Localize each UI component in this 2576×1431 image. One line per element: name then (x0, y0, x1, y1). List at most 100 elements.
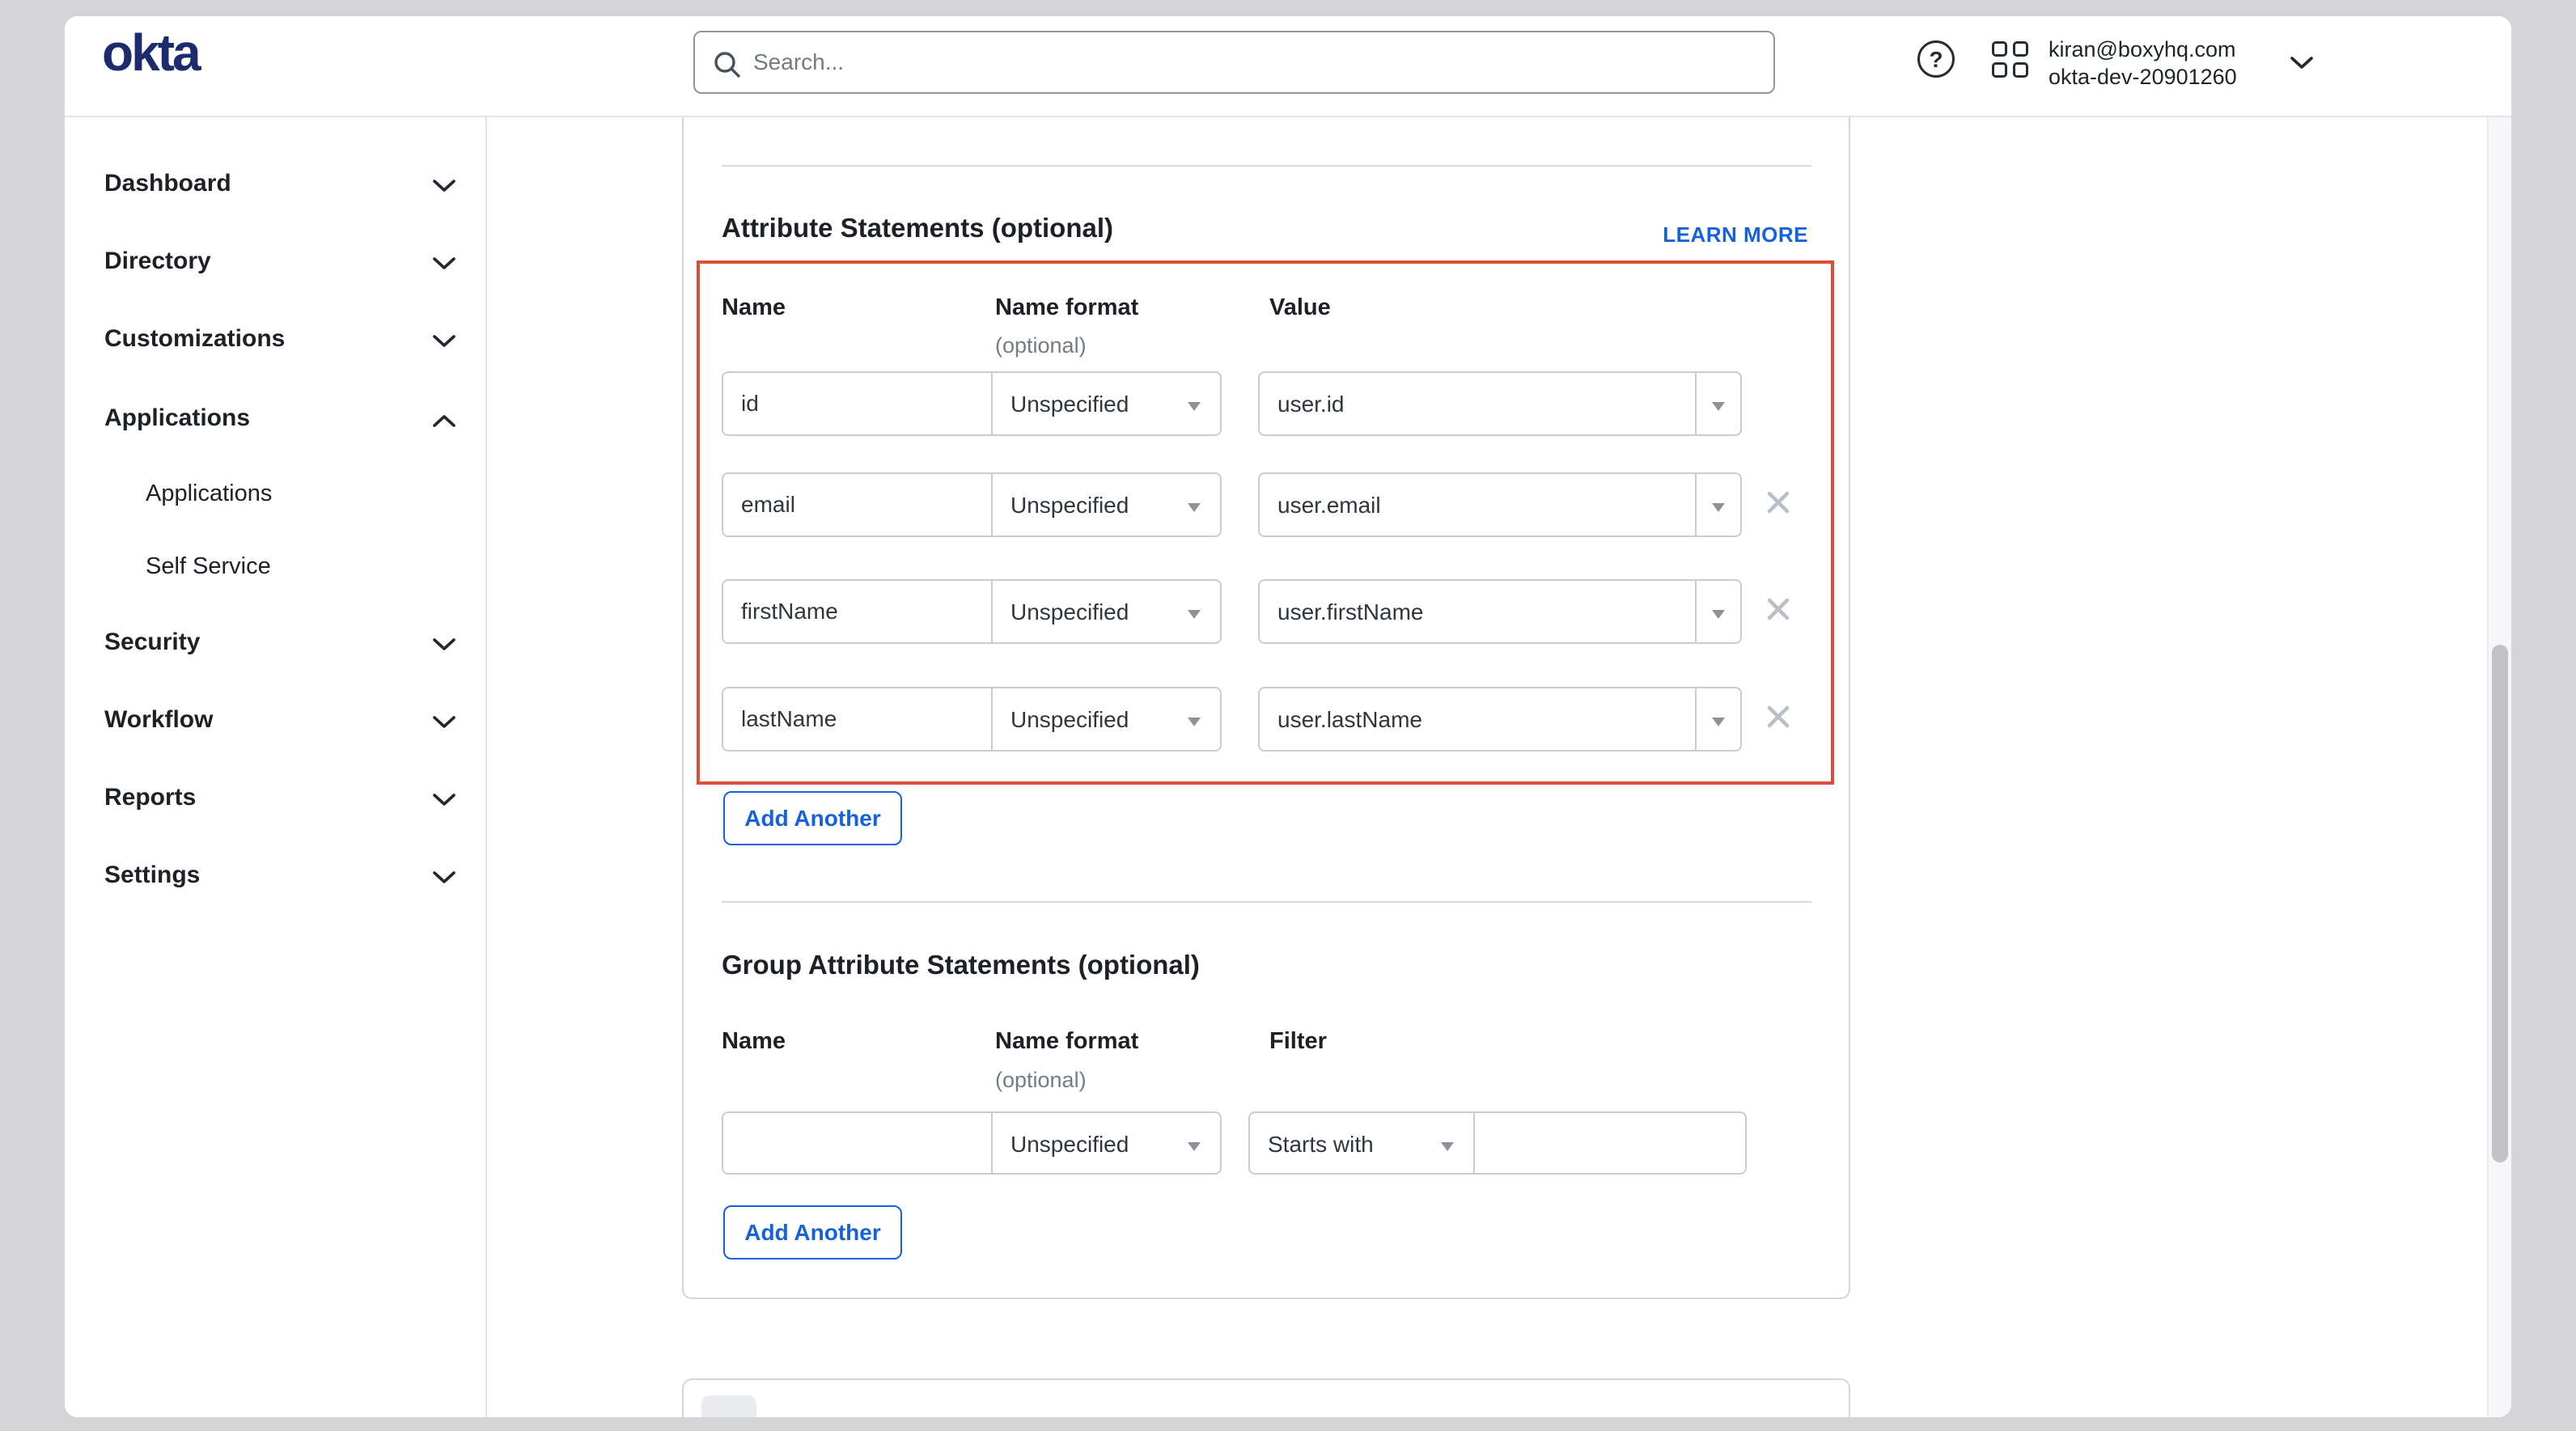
apps-grid-icon[interactable] (1992, 41, 2029, 78)
attr-name-format-value: Unspecified (1010, 392, 1129, 417)
add-another-attribute-button[interactable]: Add Another (723, 791, 902, 845)
dropdown-arrow-icon (1441, 1142, 1454, 1151)
attr-value-select[interactable]: user.email (1258, 472, 1742, 537)
chevron-down-icon (430, 178, 458, 198)
content-area: Attribute Statements (optional) LEARN MO… (487, 117, 2511, 1417)
attr-name-format-select[interactable]: Unspecified (991, 371, 1222, 436)
group-col-filter: Filter (1269, 1028, 1327, 1055)
attr-name-input[interactable] (722, 687, 993, 751)
sidebar-item-label: Self Service (146, 553, 271, 580)
sidebar-item-label: Customizations (104, 325, 285, 353)
chevron-down-icon (430, 792, 458, 812)
remove-row-icon[interactable] (1765, 489, 1800, 524)
sidebar-item-dashboard[interactable]: Dashboard (65, 160, 485, 209)
chevron-down-icon (430, 256, 458, 276)
attr-value-text: user.lastName (1277, 707, 1422, 733)
sidebar-item-directory[interactable]: Directory (65, 238, 485, 286)
sidebar-item-self-service[interactable]: Self Service (65, 544, 485, 592)
group-col-format: Name format (995, 1028, 1138, 1055)
group-col-name: Name (722, 1028, 786, 1055)
attr-name-input[interactable] (722, 371, 993, 436)
account-org: okta-dev-20901260 (2049, 63, 2237, 91)
help-icon[interactable]: ? (1917, 40, 1955, 78)
learn-more-link[interactable]: LEARN MORE (1663, 222, 1808, 248)
attr-name-format-select[interactable]: Unspecified (991, 472, 1222, 537)
sidebar-item-label: Dashboard (104, 170, 231, 197)
dropdown-arrow-icon (1712, 402, 1725, 411)
sidebar-item-label: Workflow (104, 706, 213, 734)
combo-divider (1695, 474, 1697, 536)
group-name-format-value: Unspecified (1010, 1132, 1129, 1158)
chevron-down-icon (430, 637, 458, 657)
screen: okta ? kiran@boxyhq.com okta-dev-2090126… (0, 0, 2576, 1431)
attr-col-value: Value (1269, 294, 1331, 321)
chevron-down-icon (430, 870, 458, 890)
dropdown-arrow-icon (1188, 610, 1201, 619)
combo-divider (1695, 581, 1697, 642)
group-filter-type-value: Starts with (1268, 1132, 1374, 1158)
attr-value-select[interactable]: user.firstName (1258, 579, 1742, 644)
dropdown-arrow-icon (1712, 610, 1725, 619)
remove-row-icon[interactable] (1765, 595, 1800, 631)
group-attribute-statements-title: Group Attribute Statements (optional) (722, 950, 1200, 980)
sidebar-item-customizations[interactable]: Customizations (65, 315, 485, 364)
sidebar-item-label: Reports (104, 784, 196, 811)
account-chevron-down-icon[interactable] (2288, 55, 2315, 71)
section-divider (722, 165, 1811, 167)
search-icon (713, 50, 742, 79)
attribute-statements-title: Attribute Statements (optional) (722, 213, 1113, 243)
top-nav-bar: okta ? kiran@boxyhq.com okta-dev-2090126… (65, 16, 2511, 117)
dropdown-arrow-icon (1188, 1142, 1201, 1151)
account-menu[interactable]: kiran@boxyhq.com okta-dev-20901260 (2049, 36, 2237, 91)
sidebar-item-label: Directory (104, 248, 211, 275)
sidebar-item-applications[interactable]: Applications (65, 471, 485, 519)
attr-name-format-select[interactable]: Unspecified (991, 579, 1222, 644)
attr-value-text: user.email (1277, 493, 1381, 519)
attr-name-format-select[interactable]: Unspecified (991, 687, 1222, 751)
sidebar-item-settings[interactable]: Settings (65, 852, 485, 900)
remove-row-icon[interactable] (1765, 703, 1800, 739)
sidebar-item-reports[interactable]: Reports (65, 774, 485, 823)
attr-optional-note: (optional) (995, 333, 1087, 358)
search-box[interactable] (693, 31, 1775, 94)
group-name-format-select[interactable]: Unspecified (991, 1111, 1222, 1175)
attr-name-input[interactable] (722, 472, 993, 537)
attr-value-text: user.id (1277, 392, 1345, 417)
attr-value-text: user.firstName (1277, 599, 1424, 625)
sidebar-item-label: Settings (104, 862, 200, 889)
add-another-group-attribute-button[interactable]: Add Another (723, 1205, 902, 1260)
group-filter-value-input[interactable] (1473, 1111, 1747, 1175)
account-email: kiran@boxyhq.com (2049, 36, 2237, 63)
scrollbar-thumb[interactable] (2492, 645, 2508, 1162)
sidebar: Dashboard Directory Customizations Applicat… (65, 116, 487, 1417)
scrollbar-track (2487, 116, 2511, 1417)
attr-col-name: Name (722, 294, 786, 321)
saml-settings-card: Attribute Statements (optional) LEARN MO… (682, 117, 1850, 1299)
sidebar-item-label: Applications (146, 481, 272, 507)
chevron-down-icon (430, 714, 458, 735)
next-section-card (682, 1378, 1850, 1417)
dropdown-arrow-icon (1188, 718, 1201, 726)
dropdown-arrow-icon (1188, 503, 1201, 512)
sidebar-item-security[interactable]: Security (65, 619, 485, 667)
combo-divider (1695, 373, 1697, 434)
group-optional-note: (optional) (995, 1068, 1087, 1093)
attr-name-format-value: Unspecified (1010, 599, 1129, 625)
sidebar-item-label: Security (104, 629, 200, 656)
search-input[interactable] (752, 36, 1758, 89)
okta-logo[interactable]: okta (102, 23, 199, 83)
dropdown-arrow-icon (1712, 503, 1725, 512)
group-filter-type-select[interactable]: Starts with (1248, 1111, 1475, 1175)
chevron-down-icon (430, 333, 458, 354)
attr-value-select[interactable]: user.id (1258, 371, 1742, 436)
group-name-input[interactable] (722, 1111, 993, 1175)
dropdown-arrow-icon (1188, 402, 1201, 411)
dropdown-arrow-icon (1712, 718, 1725, 726)
browser-window: okta ? kiran@boxyhq.com okta-dev-2090126… (65, 16, 2511, 1417)
attr-col-format: Name format (995, 294, 1138, 321)
sidebar-item-workflow[interactable]: Workflow (65, 696, 485, 745)
attr-name-input[interactable] (722, 579, 993, 644)
attr-value-select[interactable]: user.lastName (1258, 687, 1742, 751)
sidebar-item-applications[interactable]: Applications (65, 395, 485, 443)
chevron-up-icon (430, 413, 458, 433)
